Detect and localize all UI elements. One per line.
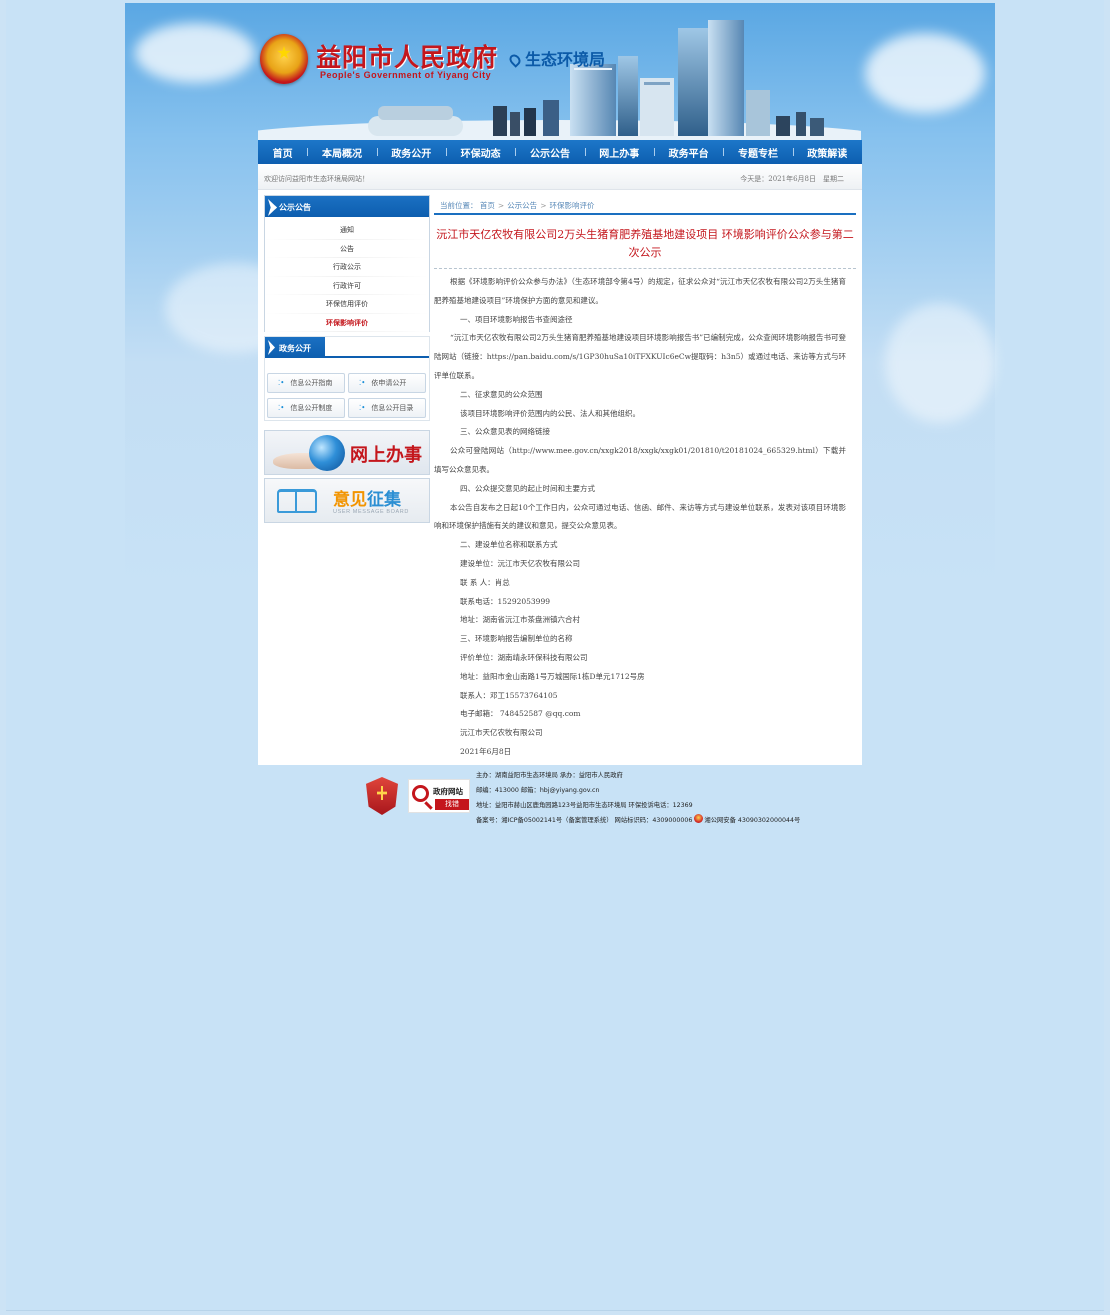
article-paragraph: 四、公众提交意见的起止时间和主要方式: [460, 483, 595, 493]
opinion-subtitle: USER MESSAGE BOARD: [333, 509, 409, 515]
nav-policy-interpretation[interactable]: 政策解读: [792, 145, 862, 160]
bullet-icon: ⁚•: [278, 379, 285, 387]
article-paragraph: 联系人：邓工15573764105: [460, 690, 558, 700]
sidebar-gov-open: 政务公开 ⁚• 信息公开指南 ⁚• 依申请公开 ⁚• 信息公开制度 ⁚• 信息公开目录: [264, 336, 430, 421]
article-paragraph: 三、公众意见表的网络链接: [460, 427, 550, 437]
online-service-label: 网上办事: [350, 445, 422, 466]
site-title: 益阳市人民政府: [316, 43, 499, 72]
article-paragraph: 三、环境影响报告编制单位的名称: [460, 634, 573, 644]
article-paragraph: 联 系 人：肖总: [460, 577, 510, 587]
gov-find-top-label: 政府网站: [433, 787, 463, 796]
gov-btn-system[interactable]: ⁚• 信息公开制度: [267, 398, 345, 418]
article-paragraph: 二、建设单位名称和联系方式: [460, 540, 558, 550]
article-body: 根据《环境影响评价公众参与办法》（生态环境部令第4号）的规定，征求公众对“沅江市…: [434, 273, 846, 762]
article-paragraph: 一、项目环境影响报告书查阅途径: [460, 314, 573, 324]
article-paragraph: 电子邮箱： 748452587 @qq.com: [460, 709, 581, 719]
welcome-text: 欢迎访问益阳市生态环境局网站！: [264, 175, 369, 183]
breadcrumb-label: 当前位置：: [440, 201, 478, 210]
article-paragraph: 建设单位：沅江市天亿农牧有限公司: [460, 558, 580, 568]
article-title: 沅江市天亿农牧有限公司2万头生猪育肥养殖基地建设项目 环境影响评价公众参与第二次…: [436, 228, 854, 259]
breadcrumb-eia[interactable]: 环保影响评价: [549, 201, 594, 210]
gov-btn-catalog[interactable]: ⁚• 信息公开目录: [348, 398, 426, 418]
nav-special-topics[interactable]: 专题专栏: [723, 145, 792, 160]
sidebar-item-credit-evaluation[interactable]: 环保信用评价: [265, 295, 429, 314]
sidebar-section-title: 公示公告: [265, 196, 429, 217]
site-banner: 益阳市人民政府 People's Government of Yiyang Ci…: [258, 20, 861, 140]
title-divider: [434, 268, 856, 269]
police-badge-icon: [694, 814, 704, 823]
article-paragraph: 评价单位：湖南靖永环保科技有限公司: [460, 652, 588, 662]
bureau-label: 生态环境局: [525, 50, 606, 69]
nav-env-news[interactable]: 环保动态: [445, 145, 515, 160]
magnifier-icon: [412, 785, 429, 802]
footer-contact: 邮编：413000 邮箱：hbj@yiyang.gov.cn: [476, 787, 600, 794]
globe-icon: [309, 435, 345, 471]
footer-address: 地址：益阳市赫山区鹿角园路123号益阳市生态环境局 环保投诉电话：12369: [476, 802, 693, 809]
bullet-icon: ⁚•: [359, 404, 366, 412]
sidebar-item-notice[interactable]: 通知: [265, 221, 429, 240]
article-paragraph: 该项目环境影响评价范围内的公民、法人和其他组织。: [460, 408, 640, 418]
sidebar-item-announcement[interactable]: 公告: [265, 239, 429, 258]
sidebar-item-admin-publicity[interactable]: 行政公示: [265, 258, 429, 277]
footer-info: 主办：湖南益阳市生态环境局 承办：益阳市人民政府 邮编：413000 邮箱：hb…: [476, 768, 800, 828]
site-footer: 政府网站 找错 主办：湖南益阳市生态环境局 承办：益阳市人民政府 邮编：4130…: [366, 765, 866, 830]
book-icon: [277, 489, 317, 513]
nav-home[interactable]: 首页: [258, 145, 307, 160]
nav-notices[interactable]: 公示公告: [515, 145, 584, 160]
breadcrumb-notices[interactable]: 公示公告: [507, 201, 537, 210]
date-text: 今天是：2021年6月8日 星期二: [740, 175, 844, 183]
location-pin-icon: [507, 52, 523, 68]
sidebar-notices: 公示公告 通知 公告 行政公示 行政许可 环保信用评价 环保影响评价: [264, 195, 430, 332]
sidebar-item-admin-license[interactable]: 行政许可: [265, 276, 429, 295]
opinion-title: 意见征集: [333, 490, 401, 510]
footer-sponsor: 主办：湖南益阳市生态环境局 承办：益阳市人民政府: [476, 772, 623, 779]
breadcrumb: 当前位置： 首页 > 公示公告 > 环保影响评价: [434, 195, 856, 215]
article-paragraph: 沅江市天亿农牧有限公司: [460, 728, 543, 738]
gov-btn-guide[interactable]: ⁚• 信息公开指南: [267, 373, 345, 393]
opinion-collection-banner[interactable]: 意见征集 USER MESSAGE BOARD: [264, 478, 430, 523]
main-nav: 首页 本局概况 政务公开 环保动态 公示公告 网上办事 政务平台 专题专栏 政策…: [258, 140, 862, 164]
footer-registration: 备案号：湘ICP备05002141号（备案管理系统） 网站标识码：4309000…: [476, 813, 800, 828]
nav-online-service[interactable]: 网上办事: [584, 145, 654, 160]
party-gov-badge-icon[interactable]: [366, 777, 398, 815]
welcome-bar: 欢迎访问益阳市生态环境局网站！ 今天是：2021年6月8日 星期二: [258, 164, 862, 190]
article-paragraph: 地址：湖南省沅江市茶盘洲镇六合村: [460, 615, 580, 625]
main-panel: 公示公告 通知 公告 行政公示 行政许可 环保信用评价 环保影响评价 政务公开 …: [258, 190, 862, 765]
gov-open-title: 政务公开: [265, 337, 325, 358]
breadcrumb-home[interactable]: 首页: [480, 201, 495, 210]
article-paragraph: 2021年6月8日: [460, 746, 512, 756]
article-paragraph: 根据《环境影响评价公众参与办法》（生态环境部令第4号）的规定，征求公众对“沅江市…: [434, 277, 846, 305]
gov-btn-on-request[interactable]: ⁚• 依申请公开: [348, 373, 426, 393]
icp-registration[interactable]: 备案号：湘ICP备05002141号（备案管理系统） 网站标识码：4309000…: [476, 817, 692, 824]
article-paragraph: “沅江市天亿农牧有限公司2万头生猪育肥养殖基地建设项目环境影响报告书”已编制完成…: [434, 333, 846, 380]
article-paragraph: 联系电话：15292053999: [460, 596, 550, 606]
article-paragraph: 地址：益阳市金山南路1号万城国际1栋D单元1712号房: [460, 671, 645, 681]
gov-find-bottom-label: 找错: [435, 799, 469, 810]
nav-about[interactable]: 本局概况: [307, 145, 376, 160]
national-emblem-icon: [260, 34, 308, 84]
bullet-icon: ⁚•: [278, 404, 285, 412]
online-service-banner[interactable]: 网上办事: [264, 430, 430, 475]
bureau-name: 生态环境局: [507, 46, 606, 70]
sidebar-item-eia[interactable]: 环保影响评价: [265, 313, 429, 332]
article-paragraph: 二、征求意见的公众范围: [460, 389, 543, 399]
article-paragraph: 本公告自发布之日起10个工作日内，公众可通过电话、信函、邮件、来访等方式与建设单…: [434, 502, 846, 531]
nav-gov-affairs[interactable]: 政务公开: [376, 145, 446, 160]
public-security-registration[interactable]: 湘公网安备 43090302000044号: [704, 817, 800, 824]
nav-gov-platform[interactable]: 政务平台: [653, 145, 723, 160]
bullet-icon: ⁚•: [359, 379, 366, 387]
site-subtitle: People's Government of Yiyang City: [320, 70, 492, 80]
article-paragraph: 公众可登陆网站（http://www.mee.gov.cn/xxgk2018/x…: [434, 446, 846, 474]
gov-website-error-report[interactable]: 政府网站 找错: [408, 779, 470, 813]
